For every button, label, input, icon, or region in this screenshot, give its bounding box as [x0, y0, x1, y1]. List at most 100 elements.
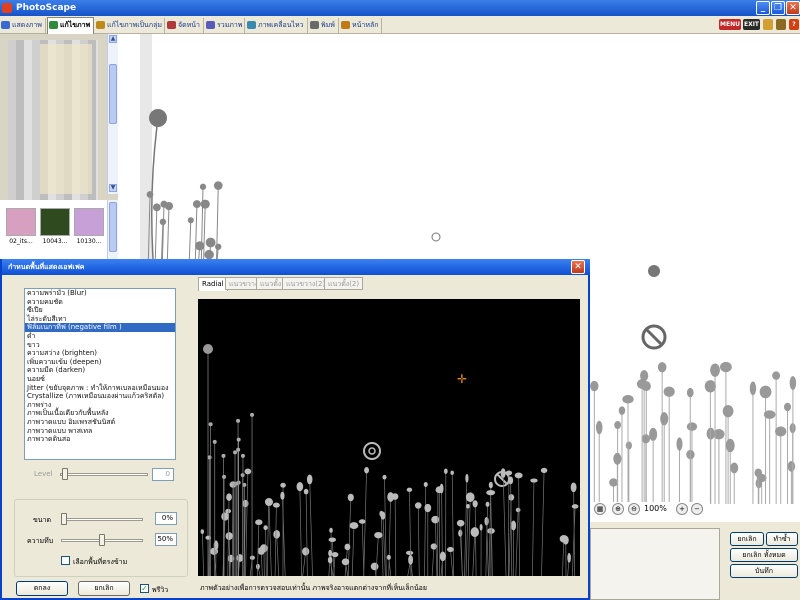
preview-stem	[394, 496, 397, 577]
tab-home[interactable]: หน้าหลัก	[340, 18, 382, 33]
small-flower	[431, 232, 441, 242]
invert-area-checkbox[interactable]	[61, 556, 70, 565]
size-slider-thumb[interactable]	[61, 513, 67, 525]
preview-stem	[276, 534, 280, 577]
scroll-up-icon[interactable]: ▲	[109, 35, 117, 43]
preview-flower-head	[200, 529, 204, 534]
undo-button[interactable]: ยกเลิก	[730, 532, 764, 546]
folder-scrollbar[interactable]: ▲ ▼	[107, 34, 118, 194]
tab-print[interactable]: พิมพ์	[309, 18, 339, 33]
scroll-thumb[interactable]	[109, 202, 117, 252]
preview-checkbox[interactable]: ✓	[140, 584, 149, 593]
zoom-out-small-icon[interactable]: ⊖	[628, 503, 640, 515]
effect-preview[interactable]: ✛	[198, 299, 580, 577]
preview-flower-head	[280, 482, 286, 488]
preview-flower-head	[486, 489, 496, 496]
effect-list-item[interactable]: ไล่ระดับสีเทา	[25, 315, 175, 324]
tab-vertical[interactable]: แนวตั้ง	[256, 277, 286, 290]
tab-editor[interactable]: แก้ไขภาพ	[47, 17, 94, 34]
flower-head	[720, 361, 732, 373]
dialog-close-icon[interactable]: ✕	[571, 260, 585, 274]
thumbnail-image[interactable]	[74, 208, 104, 236]
flower-head	[660, 412, 669, 426]
thumbnail-scrollbar[interactable]	[107, 200, 118, 264]
ok-button[interactable]: ตกลง	[16, 581, 68, 596]
minimize-icon[interactable]: _	[756, 1, 770, 15]
zoom-actual-icon[interactable]: ⊕	[612, 503, 624, 515]
cancel-button[interactable]: ยกเลิก	[78, 581, 130, 596]
preview-flower-head	[488, 481, 493, 489]
effect-list-item[interactable]: ดำ	[25, 332, 175, 341]
effect-list-item[interactable]: ความสว่าง (brighten)	[25, 349, 175, 358]
effect-list-item[interactable]: ภาพเป็นเนื้อเดียวกับพื้นหลัง	[25, 409, 175, 418]
exit-button[interactable]: EXIT	[743, 19, 760, 30]
tab-page[interactable]: จัดหน้า	[166, 18, 204, 33]
effect-list-item[interactable]: ความคมชัด	[25, 298, 175, 307]
zoom-in-icon[interactable]: +	[676, 503, 688, 515]
effect-list-item[interactable]: ความพร่ามัว (Blur)	[25, 289, 175, 298]
fit-icon[interactable]: ▦	[594, 503, 606, 515]
effect-list-item[interactable]: เพิ่มความเข้ม (deepen)	[25, 358, 175, 367]
tab-radial[interactable]: Radial	[198, 277, 228, 291]
preview-flower-head	[567, 552, 571, 563]
settings-icon[interactable]	[776, 19, 786, 30]
scroll-thumb[interactable]	[109, 64, 117, 124]
page-icon	[167, 21, 176, 29]
effect-list[interactable]: ความพร่ามัว (Blur) ความคมชัด ซีเปีย ไล่ระดั…	[24, 288, 176, 460]
preview-stem	[245, 471, 249, 577]
preview-flower-head	[472, 500, 478, 508]
preview-flower-head	[306, 474, 313, 485]
opacity-value[interactable]: 50%	[155, 533, 177, 546]
dialog-title: กำหนดพื้นที่แสดงเอฟเฟค	[2, 259, 590, 275]
maximize-icon[interactable]: ❐	[771, 1, 785, 15]
preview-flower-head	[226, 493, 232, 501]
save-button[interactable]: บันทึก	[730, 564, 798, 578]
size-label: ขนาด	[33, 516, 52, 524]
size-slider-track[interactable]	[61, 518, 143, 521]
tab-vertical-2[interactable]: แนวตั้ง(2)	[324, 277, 364, 290]
close-icon[interactable]: ✕	[786, 1, 800, 15]
preview-stem	[451, 472, 454, 577]
level-slider-track[interactable]	[60, 473, 148, 476]
preview-flower-head	[329, 527, 333, 533]
opacity-slider-thumb[interactable]	[99, 534, 105, 546]
level-slider-thumb[interactable]	[62, 468, 68, 480]
flower-head	[749, 381, 757, 396]
tab-batch-editor[interactable]: แก้ไขภาพเป็นกลุ่ม	[95, 18, 165, 33]
level-value[interactable]: 0	[152, 468, 174, 481]
help-icon[interactable]: ?	[789, 19, 799, 30]
effect-list-item[interactable]: ซีเปีย	[25, 306, 175, 315]
preview-flower-head	[458, 529, 463, 537]
effect-list-item[interactable]: Crystallize (ภาพเหมือนมองผ่านแก้วคริสตัล…	[25, 392, 175, 401]
undo-all-button[interactable]: ยกเลิก ทั้งหมด	[730, 548, 798, 562]
tab-combine[interactable]: รวมภาพ	[205, 18, 245, 33]
thumbnail-image[interactable]	[6, 208, 36, 236]
preview-stem	[231, 484, 234, 577]
effect-list-item[interactable]: ภาพวาดดินสอ	[25, 435, 175, 444]
gif-icon	[247, 21, 256, 29]
preview-flower-head	[236, 554, 244, 562]
size-value[interactable]: 0%	[155, 512, 177, 525]
redo-button[interactable]: ทำซ้ำ	[766, 532, 798, 546]
tab-horizontal-2[interactable]: แนวขวาง(2)	[282, 277, 330, 290]
scroll-down-icon[interactable]: ▼	[109, 184, 117, 192]
effect-list-item[interactable]: ขาว	[25, 341, 175, 350]
flower-head	[590, 380, 599, 392]
preview-flower-head	[212, 439, 217, 444]
effect-list-item[interactable]: นอยซ์	[25, 375, 175, 384]
effect-list-item[interactable]: ฟิล์มเนกาทีฟ (negative film )	[25, 323, 175, 332]
effect-list-item[interactable]: Jitter (ขยับจุดภาพ : ทำให้ภาพเบลอเหมือนม…	[25, 384, 175, 393]
folder-icon[interactable]	[763, 19, 773, 30]
effect-list-item[interactable]: ภาพวาดแบบ อิมเพรสชันนิสต์	[25, 418, 175, 427]
effect-area-dialog: กำหนดพื้นที่แสดงเอฟเฟค ✕ ความพร่ามัว (Bl…	[0, 259, 590, 600]
zoom-out-icon[interactable]: −	[691, 503, 703, 515]
preview-flower-head	[540, 467, 548, 473]
effect-list-item[interactable]: ภาพวาดแบบ พาสเทล	[25, 427, 175, 436]
preview-flower-head	[505, 470, 513, 476]
tab-animated-gif[interactable]: ภาพเคลื่อนไหว	[246, 18, 308, 33]
preview-flower-head	[470, 527, 480, 538]
menu-button[interactable]: MENU	[719, 19, 741, 30]
thumbnail-image[interactable]	[40, 208, 70, 236]
tab-viewer[interactable]: แสดงภาพ	[0, 18, 46, 33]
effect-list-item[interactable]: ความมืด (darken)	[25, 366, 175, 375]
